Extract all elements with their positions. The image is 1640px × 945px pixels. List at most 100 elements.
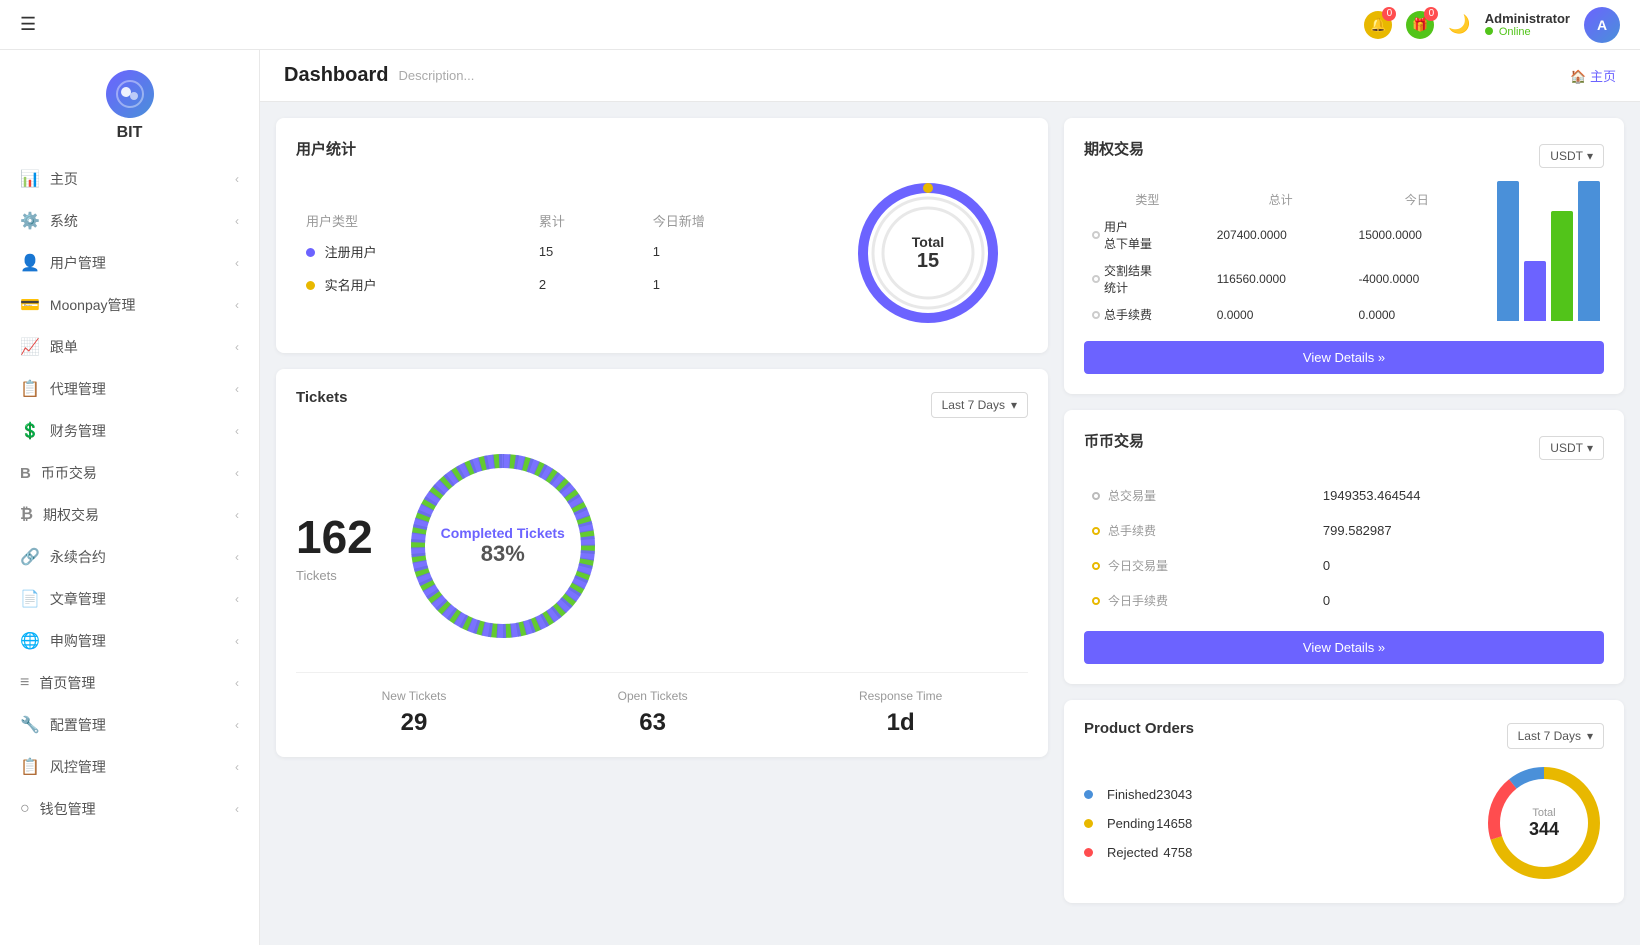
col-total: 累计 xyxy=(531,207,643,234)
tickets-main: 162 Tickets Completed Tickets xyxy=(296,436,1028,656)
sidebar-item-finance[interactable]: 💲财务管理 ‹ xyxy=(0,410,259,452)
sidebar-item-moonpay[interactable]: 💳Moonpay管理 ‹ xyxy=(0,284,259,326)
avatar[interactable]: A xyxy=(1584,7,1620,43)
coin-currency-select[interactable]: USDT ▾ xyxy=(1539,436,1604,460)
nav-label-options: 期权交易 xyxy=(43,505,99,525)
options-trading-card: 期权交易 USDT ▾ 类型 总计 xyxy=(1064,118,1624,394)
chevron-moonpay: ‹ xyxy=(235,298,239,312)
sidebar-item-config[interactable]: 🔧配置管理 ‹ xyxy=(0,704,259,746)
options-view-details-btn[interactable]: View Details » xyxy=(1084,341,1604,374)
risk-icon: 📋 xyxy=(20,757,40,777)
product-pending-label: Pending xyxy=(1107,816,1155,831)
user-type-2: 实名用户 xyxy=(298,269,529,300)
status-dot xyxy=(1485,27,1493,35)
product-row-rejected: Rejected 4758 xyxy=(1084,838,1192,867)
product-total: Total 344 xyxy=(1529,807,1559,840)
coin-label-3: 今日交易量 xyxy=(1086,549,1315,582)
product-row-finished: Finished 23043 xyxy=(1084,780,1192,809)
user-total-1: 15 xyxy=(531,236,643,267)
product-finished-value: 23043 xyxy=(1156,787,1192,802)
coin-title: 币币交易 xyxy=(1084,430,1144,451)
tickets-completed-pct: 83% xyxy=(441,541,565,567)
dot-rejected xyxy=(1084,848,1093,857)
tickets-donut-center: Completed Tickets 83% xyxy=(441,525,565,567)
col-today: 今日新增 xyxy=(645,207,826,234)
product-orders-card: Product Orders Last 7 Days ▾ Finished xyxy=(1064,700,1624,903)
opt-col-type: 类型 xyxy=(1086,187,1209,212)
stat-response-label: Response Time xyxy=(859,689,942,703)
sidebar-item-homepage[interactable]: ≡首页管理 ‹ xyxy=(0,662,259,704)
tickets-donut: Completed Tickets 83% xyxy=(393,436,613,656)
opt-type-2: 交割结果统计 xyxy=(1086,258,1209,300)
bell-count: 0 xyxy=(1382,7,1396,21)
admin-status: Online xyxy=(1485,26,1570,38)
sidebar-item-wallet[interactable]: ○钱包管理 ‹ xyxy=(0,788,259,830)
sidebar-item-copytrading[interactable]: 📈跟单 ‹ xyxy=(0,326,259,368)
opt-type-1: 用户总下单量 xyxy=(1086,214,1209,256)
notification-bell-btn[interactable]: 🔔 0 xyxy=(1364,11,1392,39)
product-filter-btn[interactable]: Last 7 Days ▾ xyxy=(1507,723,1604,749)
opt-today-1: 15000.0000 xyxy=(1353,214,1481,256)
logo-icon xyxy=(106,70,154,118)
product-filter-chevron: ▾ xyxy=(1587,729,1593,743)
user-stats-table: 用户类型 累计 今日新增 注册用户 xyxy=(296,205,828,302)
options-currency-select[interactable]: USDT ▾ xyxy=(1539,144,1604,168)
sidebar-item-risk[interactable]: 📋风控管理 ‹ xyxy=(0,746,259,788)
wallet-icon: ○ xyxy=(20,800,30,818)
tickets-card: Tickets Last 7 Days ▾ 162 Tickets xyxy=(276,369,1048,757)
dashboard-grid: 用户统计 用户类型 累计 今日新增 xyxy=(260,102,1640,919)
table-row: 今日交易量 0 xyxy=(1086,549,1602,582)
sidebar-item-article[interactable]: 📄文章管理 ‹ xyxy=(0,578,259,620)
top-bar-left: ☰ xyxy=(20,14,36,35)
right-column: 期权交易 USDT ▾ 类型 总计 xyxy=(1064,118,1624,903)
opt-type-3: 总手续费 xyxy=(1086,302,1209,327)
menu-toggle[interactable]: ☰ xyxy=(20,14,36,35)
table-row: 实名用户 2 1 xyxy=(298,269,826,300)
tickets-filter-label: Last 7 Days xyxy=(942,398,1005,412)
sidebar-item-options[interactable]: ₿期权交易 ‹ xyxy=(0,494,259,536)
sidebar-item-subscription[interactable]: 🌐申购管理 ‹ xyxy=(0,620,259,662)
tickets-big-number: 162 xyxy=(296,510,373,564)
nav-label-config: 配置管理 xyxy=(50,715,106,735)
nav-label-article: 文章管理 xyxy=(50,589,106,609)
usermgmt-icon: 👤 xyxy=(20,253,40,273)
table-row: 总交易量 1949353.464544 xyxy=(1086,479,1602,512)
subscription-icon: 🌐 xyxy=(20,631,40,651)
sidebar-item-perpetual[interactable]: 🔗永续合约 ‹ xyxy=(0,536,259,578)
options-icon: ₿ xyxy=(20,506,33,524)
user-type-1: 注册用户 xyxy=(298,236,529,267)
opt-col-today: 今日 xyxy=(1353,187,1481,212)
nav-label-agent: 代理管理 xyxy=(50,379,106,399)
coin-value-3: 0 xyxy=(1317,549,1602,582)
main-content: Dashboard Description... 🏠 主页 用户统计 xyxy=(260,50,1640,945)
theme-toggle[interactable]: 🌙 xyxy=(1448,14,1470,35)
dot-pending xyxy=(1084,819,1093,828)
chevron-subscription: ‹ xyxy=(235,634,239,648)
opt-dot-3 xyxy=(1092,311,1100,319)
sidebar-item-usermgmt[interactable]: 👤用户管理 ‹ xyxy=(0,242,259,284)
page-title: Dashboard xyxy=(284,64,388,87)
top-bar: ☰ 🔔 0 🎁 0 🌙 Administrator Online A xyxy=(0,0,1640,50)
breadcrumb[interactable]: 🏠 主页 xyxy=(1570,66,1616,85)
tickets-filter-btn[interactable]: Last 7 Days ▾ xyxy=(931,392,1028,418)
sidebar-item-cointrade[interactable]: B币币交易 ‹ xyxy=(0,452,259,494)
notification-gift-btn[interactable]: 🎁 0 xyxy=(1406,11,1434,39)
sidebar-logo: BIT xyxy=(0,50,259,158)
nav-label-risk: 风控管理 xyxy=(50,757,106,777)
nav-label-wallet: 钱包管理 xyxy=(40,799,96,819)
coin-view-details-btn[interactable]: View Details » xyxy=(1084,631,1604,664)
table-row: 总手续费 0.0000 0.0000 xyxy=(1086,302,1481,327)
coin-dot-2 xyxy=(1092,527,1100,535)
tickets-title: Tickets xyxy=(296,389,347,406)
sidebar-item-agent[interactable]: 📋代理管理 ‹ xyxy=(0,368,259,410)
sidebar-item-home[interactable]: 📊主页 ‹ xyxy=(0,158,259,200)
page-header-left: Dashboard Description... xyxy=(284,64,474,87)
coin-trading-card: 币币交易 USDT ▾ 总交易量 xyxy=(1064,410,1624,684)
perpetual-icon: 🔗 xyxy=(20,547,40,567)
opt-col-total: 总计 xyxy=(1211,187,1351,212)
product-filter-label: Last 7 Days xyxy=(1518,729,1581,743)
sidebar-item-system[interactable]: ⚙️系统 ‹ xyxy=(0,200,259,242)
opt-total-1: 207400.0000 xyxy=(1211,214,1351,256)
chevron-config: ‹ xyxy=(235,718,239,732)
coin-value-4: 0 xyxy=(1317,584,1602,617)
